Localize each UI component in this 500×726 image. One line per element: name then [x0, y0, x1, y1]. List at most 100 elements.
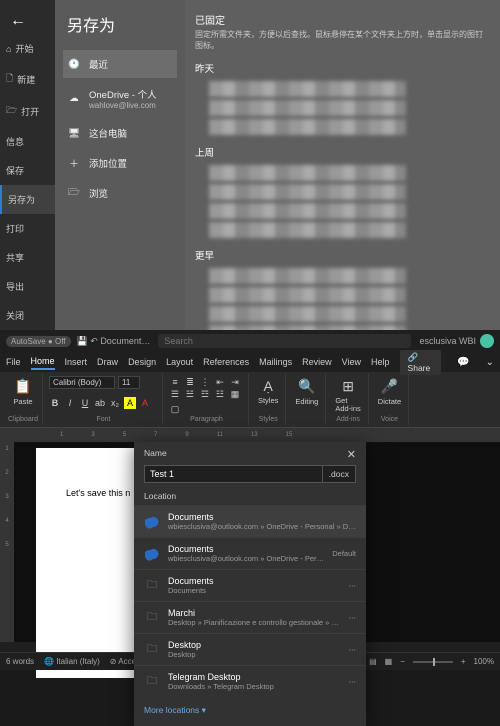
more-icon[interactable]: ⋯ — [349, 645, 357, 654]
folder-row[interactable] — [209, 203, 490, 219]
location-recent[interactable]: 🕐最近 — [63, 50, 177, 78]
underline-button[interactable]: U — [79, 397, 91, 409]
zoom-value[interactable]: 100% — [474, 657, 494, 666]
align-center-button[interactable]: ☱ — [184, 389, 196, 401]
ribbon-tabs: File Home Insert Draw Design Layout Refe… — [0, 352, 500, 372]
location-row[interactable]: Documentswbiesclusiva@outlook.com » OneD… — [134, 537, 366, 569]
sidebar-item-saveas[interactable]: 另存为 — [0, 185, 55, 214]
folder-row[interactable] — [209, 100, 490, 116]
undo-icon[interactable]: ↶ — [90, 336, 98, 347]
sidebar-item-new[interactable]: 🗋新建 — [0, 63, 55, 95]
user-name[interactable]: esclusiva WBI — [419, 336, 476, 346]
sidebar-item-close[interactable]: 关闭 — [0, 301, 55, 330]
location-row[interactable]: 🗀 DesktopDesktop ⋯ — [134, 633, 366, 665]
back-arrow[interactable]: ← — [0, 8, 55, 34]
tab-home[interactable]: Home — [31, 354, 55, 370]
addins-button[interactable]: ⊞Get Add-ins — [332, 376, 363, 414]
sidebar-item-share[interactable]: 共享 — [0, 243, 55, 272]
tab-layout[interactable]: Layout — [166, 355, 193, 369]
row-name: Telegram Desktop — [168, 672, 341, 682]
multilevel-button[interactable]: ⋮ — [199, 376, 211, 388]
sidebar-item-info[interactable]: 信息 — [0, 127, 55, 156]
borders-button[interactable]: ▢ — [169, 404, 181, 416]
tab-view[interactable]: View — [342, 355, 361, 369]
sidebar-item-home[interactable]: ⌂开始 — [0, 34, 55, 63]
folder-row[interactable] — [209, 165, 490, 181]
view-print-icon[interactable]: ▤ — [369, 657, 377, 666]
location-row[interactable]: 🗀 MarchiDesktop » Pianificazione e contr… — [134, 601, 366, 633]
onedrive-icon — [144, 514, 160, 530]
language-status[interactable]: 🌐 Italian (Italy) — [44, 657, 100, 666]
strike-button[interactable]: ab — [94, 397, 106, 409]
autosave-toggle[interactable]: AutoSave ● Off — [6, 336, 71, 347]
zoom-out-icon[interactable]: − — [400, 657, 405, 666]
tab-mailings[interactable]: Mailings — [259, 355, 292, 369]
word-window: AutoSave ● Off 💾 ↶ Document… esclusiva W… — [0, 330, 500, 670]
comments-icon[interactable]: 💬 — [457, 357, 469, 368]
folder-row[interactable] — [209, 268, 490, 284]
location-browse[interactable]: 🗁浏览 — [63, 179, 177, 207]
location-row[interactable]: 🗀 DocumentsDocuments ⋯ — [134, 569, 366, 601]
sidebar-item-print[interactable]: 打印 — [0, 214, 55, 243]
save-icon[interactable]: 💾 — [77, 336, 88, 347]
avatar[interactable] — [480, 334, 494, 348]
location-onedrive[interactable]: ☁OneDrive - 个人wahlove@live.com — [63, 80, 177, 117]
tab-help[interactable]: Help — [371, 355, 390, 369]
highlight-button[interactable]: A — [124, 397, 136, 409]
indent-inc-button[interactable]: ⇥ — [229, 376, 241, 388]
font-size-select[interactable] — [118, 376, 140, 389]
more-icon[interactable]: ⋯ — [349, 581, 357, 590]
shading-button[interactable]: ▦ — [229, 389, 241, 401]
vertical-ruler[interactable]: 12345 — [0, 442, 14, 642]
sub-button[interactable]: x₂ — [109, 397, 121, 409]
bold-button[interactable]: B — [49, 397, 61, 409]
more-locations-link[interactable]: More locations ▾ — [134, 697, 366, 726]
styles-button[interactable]: ẠStyles — [255, 376, 281, 407]
indent-dec-button[interactable]: ⇤ — [214, 376, 226, 388]
tab-draw[interactable]: Draw — [97, 355, 118, 369]
location-row[interactable]: Documentswbiesclusiva@outlook.com » OneD… — [134, 505, 366, 537]
more-icon[interactable]: ⋯ — [349, 613, 357, 622]
sidebar-item-export[interactable]: 导出 — [0, 272, 55, 301]
folder-row[interactable] — [209, 222, 490, 238]
location-addplace[interactable]: ＋添加位置 — [63, 149, 177, 177]
horizontal-ruler[interactable]: 13579111315 — [0, 428, 500, 442]
sidebar-item-open[interactable]: 🗁打开 — [0, 95, 55, 127]
extension-select[interactable]: .docx — [323, 465, 356, 483]
folder-row[interactable] — [209, 306, 490, 322]
tab-design[interactable]: Design — [128, 355, 156, 369]
collapse-ribbon-icon[interactable]: ⌄ — [486, 357, 494, 368]
paste-button[interactable]: 📋Paste — [8, 376, 38, 408]
search-box[interactable] — [158, 334, 411, 348]
italic-button[interactable]: I — [64, 397, 76, 409]
align-right-button[interactable]: ☲ — [199, 389, 211, 401]
justify-button[interactable]: ☳ — [214, 389, 226, 401]
sidebar-item-save[interactable]: 保存 — [0, 156, 55, 185]
share-button[interactable]: 🔗 Share — [400, 350, 442, 375]
more-icon[interactable]: ⋯ — [349, 677, 357, 686]
filename-input[interactable] — [144, 465, 323, 483]
close-icon[interactable]: ✕ — [347, 448, 356, 461]
align-left-button[interactable]: ☰ — [169, 389, 181, 401]
location-thispc[interactable]: 🖥这台电脑 — [63, 119, 177, 147]
doc-name[interactable]: Document… — [100, 336, 150, 346]
folder-row[interactable] — [209, 81, 490, 97]
editing-button[interactable]: 🔍Editing — [292, 376, 321, 408]
zoom-slider[interactable] — [413, 661, 453, 663]
numbering-button[interactable]: ≣ — [184, 376, 196, 388]
tab-insert[interactable]: Insert — [65, 355, 88, 369]
bullets-button[interactable]: ≡ — [169, 376, 181, 388]
dictate-button[interactable]: 🎤Dictate — [375, 376, 404, 408]
folder-row[interactable] — [209, 184, 490, 200]
font-color-button[interactable]: A — [139, 397, 151, 409]
view-web-icon[interactable]: ▦ — [385, 657, 393, 666]
word-count[interactable]: 6 words — [6, 657, 34, 666]
zoom-in-icon[interactable]: + — [461, 657, 466, 666]
tab-review[interactable]: Review — [302, 355, 332, 369]
tab-file[interactable]: File — [6, 355, 21, 369]
search-input[interactable] — [158, 334, 411, 348]
folder-row[interactable] — [209, 287, 490, 303]
font-name-select[interactable] — [49, 376, 115, 389]
tab-references[interactable]: References — [203, 355, 249, 369]
folder-row[interactable] — [209, 119, 490, 135]
